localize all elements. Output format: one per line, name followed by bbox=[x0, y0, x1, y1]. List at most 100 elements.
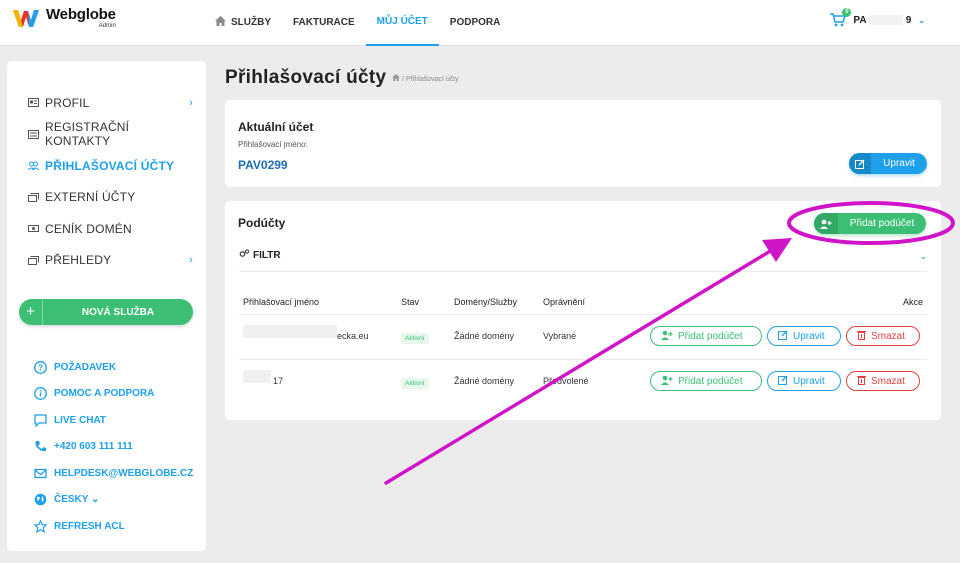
row-add-label: Přidat podúčet bbox=[678, 330, 743, 342]
cell-permissions: Vybrané bbox=[543, 331, 577, 341]
row-delete-button[interactable]: Smazat bbox=[846, 326, 920, 346]
sidebar-item-prihlasovaci-ucty[interactable]: PŘIHLAŠOVACÍ ÚČTY bbox=[28, 150, 193, 182]
main-nav: SLUŽBY FAKTURACE MŮJ ÚČET PODPORA bbox=[204, 0, 511, 46]
chevron-down-icon: ⌄ bbox=[918, 15, 925, 25]
add-user-icon bbox=[661, 330, 673, 343]
nav-label: SLUŽBY bbox=[231, 17, 271, 28]
row-add-label: Přidat podúčet bbox=[678, 375, 743, 387]
row-delete-button[interactable]: Smazat bbox=[846, 371, 920, 391]
edit-label: Upravit bbox=[883, 158, 915, 169]
redacted-mask bbox=[243, 370, 271, 383]
filter-toggle[interactable]: FILTR bbox=[239, 249, 281, 261]
nav-label: FAKTURACE bbox=[293, 17, 355, 28]
id-card-icon bbox=[28, 98, 39, 108]
cell-login: 17 bbox=[273, 376, 284, 386]
question-circle-icon: ? bbox=[33, 360, 47, 374]
support-item-refresh-acl[interactable]: REFRESH ACL bbox=[33, 513, 193, 540]
column-header-permissions: Oprávnění bbox=[543, 297, 586, 307]
price-icon bbox=[28, 224, 39, 233]
plus-icon: + bbox=[19, 299, 43, 325]
user-name: PA 9 bbox=[853, 15, 911, 26]
login-value: PAV0299 bbox=[238, 158, 288, 172]
home-icon[interactable] bbox=[392, 74, 400, 83]
globe-icon bbox=[33, 493, 47, 507]
support-label: REFRESH ACL bbox=[54, 520, 125, 532]
support-label: POMOC A PODPORA bbox=[54, 388, 155, 400]
chevron-right-icon: › bbox=[189, 96, 193, 109]
nav-label: PODPORA bbox=[449, 17, 501, 28]
edit-icon bbox=[778, 375, 788, 388]
support-item-live-chat[interactable]: LIVE CHAT bbox=[33, 407, 193, 434]
user-menu[interactable]: 0 PA 9 ⌄ bbox=[830, 8, 925, 27]
add-user-icon bbox=[814, 213, 838, 234]
top-bar: Webglobe Admin SLUŽBY FAKTURACE MŮJ ÚČET… bbox=[0, 0, 960, 46]
account-menu: PROFIL › REGISTRAČNÍ KONTAKTY PŘIHLAŠOVA… bbox=[28, 87, 193, 276]
edit-icon bbox=[778, 330, 788, 343]
support-item-phone[interactable]: +420 603 111 111 bbox=[33, 434, 193, 461]
chevron-down-icon[interactable]: ⌄ bbox=[919, 251, 927, 262]
login-label: Přihlašovací jméno: bbox=[238, 140, 308, 149]
cart-count-badge: 0 bbox=[842, 8, 852, 17]
breadcrumb-text: / Přihlašovací účty bbox=[401, 76, 459, 83]
sidebar-item-externi-ucty[interactable]: EXTERNÍ ÚČTY bbox=[28, 182, 193, 214]
window-icon bbox=[28, 192, 39, 202]
sidebar-item-label: REGISTRAČNÍ KONTAKTY bbox=[45, 120, 130, 149]
sidebar-item-label: PŘEHLEDY bbox=[45, 253, 112, 268]
cell-domains: Žádné domény bbox=[454, 376, 515, 386]
window-icon bbox=[28, 255, 39, 265]
chevron-right-icon: › bbox=[189, 254, 193, 267]
phone-icon bbox=[33, 440, 47, 454]
edit-account-button[interactable]: Upravit bbox=[849, 153, 927, 174]
home-icon bbox=[215, 1, 226, 45]
nav-item-sluzby[interactable]: SLUŽBY bbox=[204, 0, 282, 46]
nav-item-fakturace[interactable]: FAKTURACE bbox=[282, 0, 366, 46]
subaccounts-card: Podúčty Přidat podúčet FILTR ⌄ Přihlašov… bbox=[225, 201, 941, 420]
subaccounts-heading: Podúčty bbox=[238, 216, 286, 230]
table-row: 17 Aktivní Žádné domény Předvolené Přida… bbox=[239, 360, 927, 405]
svg-text:?: ? bbox=[38, 363, 43, 372]
envelope-icon bbox=[33, 466, 47, 480]
current-account-card: Aktuální účet Přihlašovací jméno: PAV029… bbox=[225, 100, 941, 187]
current-account-heading: Aktuální účet bbox=[238, 120, 314, 134]
sidebar-item-profil[interactable]: PROFIL › bbox=[28, 87, 193, 119]
column-header-actions: Akce bbox=[902, 297, 923, 307]
row-add-subaccount-button[interactable]: Přidat podúčet bbox=[650, 326, 762, 346]
webglobe-logo-icon bbox=[13, 10, 39, 27]
add-subaccount-button[interactable]: Přidat podúčet bbox=[814, 213, 926, 234]
support-label: +420 603 111 111 bbox=[54, 441, 133, 453]
sidebar-item-registracni-kontakty[interactable]: REGISTRAČNÍ KONTAKTY bbox=[28, 119, 193, 151]
cart-icon[interactable]: 0 bbox=[830, 8, 852, 27]
column-header-login: Přihlašovací jméno bbox=[243, 297, 320, 307]
column-header-domains: Domény/Služby bbox=[454, 297, 518, 307]
row-edit-button[interactable]: Upravit bbox=[767, 326, 841, 346]
nav-item-muj-ucet[interactable]: MŮJ ÚČET bbox=[365, 0, 439, 46]
sidebar-item-cenik-domen[interactable]: CENÍK DOMÉN bbox=[28, 213, 193, 245]
row-edit-label: Upravit bbox=[793, 375, 825, 387]
info-circle-icon bbox=[33, 387, 47, 401]
row-add-subaccount-button[interactable]: Přidat podúčet bbox=[650, 371, 762, 391]
webglobe-logo[interactable]: Webglobe Admin bbox=[12, 7, 116, 29]
support-item-pomoc[interactable]: POMOC A PODPORA bbox=[33, 381, 193, 408]
gears-icon bbox=[239, 249, 250, 261]
support-item-helpdesk[interactable]: HELPDESK@WEBGLOBE.CZ bbox=[33, 460, 193, 487]
edit-icon bbox=[849, 153, 871, 174]
support-label: ČESKY ⌄ bbox=[54, 494, 100, 506]
nav-item-podpora[interactable]: PODPORA bbox=[439, 0, 512, 46]
support-label: HELPDESK@WEBGLOBE.CZ bbox=[54, 467, 194, 479]
star-icon bbox=[33, 519, 47, 533]
page-title: Přihlašovací účty bbox=[225, 67, 387, 88]
sidebar-item-prehledy[interactable]: PŘEHLEDY › bbox=[28, 245, 193, 277]
row-edit-button[interactable]: Upravit bbox=[767, 371, 841, 391]
support-item-pozadavek[interactable]: ? POŽADAVEK bbox=[33, 354, 193, 381]
cell-domains: Žádné domény bbox=[454, 331, 515, 341]
chat-icon bbox=[33, 413, 47, 427]
trash-icon bbox=[857, 330, 866, 343]
row-delete-label: Smazat bbox=[871, 330, 905, 342]
new-service-label: NOVÁ SLUŽBA bbox=[81, 306, 155, 318]
table-row: ecka.eu Aktivní Žádné domény Vybrané Při… bbox=[239, 315, 927, 360]
support-item-language[interactable]: ČESKY ⌄ bbox=[33, 487, 193, 514]
column-header-status: Stav bbox=[401, 297, 420, 307]
new-service-button[interactable]: + NOVÁ SLUŽBA bbox=[19, 299, 193, 325]
users-icon bbox=[28, 161, 39, 171]
trash-icon bbox=[857, 375, 866, 388]
